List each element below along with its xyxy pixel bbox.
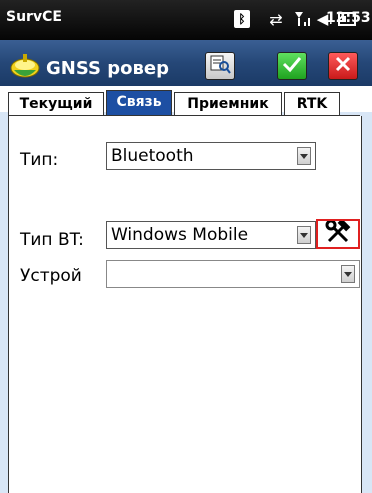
- device-select[interactable]: [106, 260, 360, 288]
- status-time[interactable]: 12:53: [326, 10, 371, 26]
- status-app-name[interactable]: SurvCE: [6, 9, 62, 25]
- type-label: Тип:: [20, 150, 59, 170]
- cancel-x-icon: [334, 55, 352, 77]
- bt-type-label: Тип BT:: [20, 230, 84, 250]
- chevron-down-icon[interactable]: [341, 265, 355, 283]
- status-bar: SurvCE ᛒ ⇄ ◀: 12:53: [0, 0, 372, 40]
- receiver-utility-icon: [209, 54, 231, 78]
- window-title: GNSS ровер: [46, 58, 169, 79]
- tab-connection[interactable]: Связь: [106, 90, 172, 116]
- ok-check-icon: [282, 55, 302, 77]
- bt-type-select[interactable]: Windows Mobile: [106, 221, 316, 249]
- type-select-value: Bluetooth: [111, 146, 194, 166]
- app-logo-icon: [8, 52, 44, 84]
- tab-receiver[interactable]: Приемник: [174, 92, 282, 116]
- connection-panel: [8, 116, 362, 493]
- chevron-down-icon[interactable]: [297, 226, 311, 244]
- hammer-wrench-icon: [325, 218, 351, 247]
- tab-current[interactable]: Текущий: [8, 92, 104, 116]
- app-window: SurvCE ᛒ ⇄ ◀: 12:53 GNSS ровер Текущий С…: [0, 0, 372, 493]
- cancel-button[interactable]: [328, 52, 358, 80]
- tab-rtk[interactable]: RTK: [284, 92, 340, 116]
- bt-config-button[interactable]: [316, 218, 360, 249]
- signal-icon[interactable]: [292, 7, 314, 31]
- ok-button[interactable]: [277, 52, 307, 80]
- chevron-down-icon[interactable]: [297, 147, 311, 165]
- receiver-utility-button[interactable]: [205, 52, 235, 80]
- bluetooth-icon[interactable]: ᛒ: [233, 7, 251, 31]
- device-label: Устрой: [20, 266, 82, 286]
- bt-type-select-value: Windows Mobile: [111, 225, 249, 245]
- sync-icon[interactable]: ⇄: [264, 7, 288, 31]
- type-select[interactable]: Bluetooth: [106, 142, 316, 170]
